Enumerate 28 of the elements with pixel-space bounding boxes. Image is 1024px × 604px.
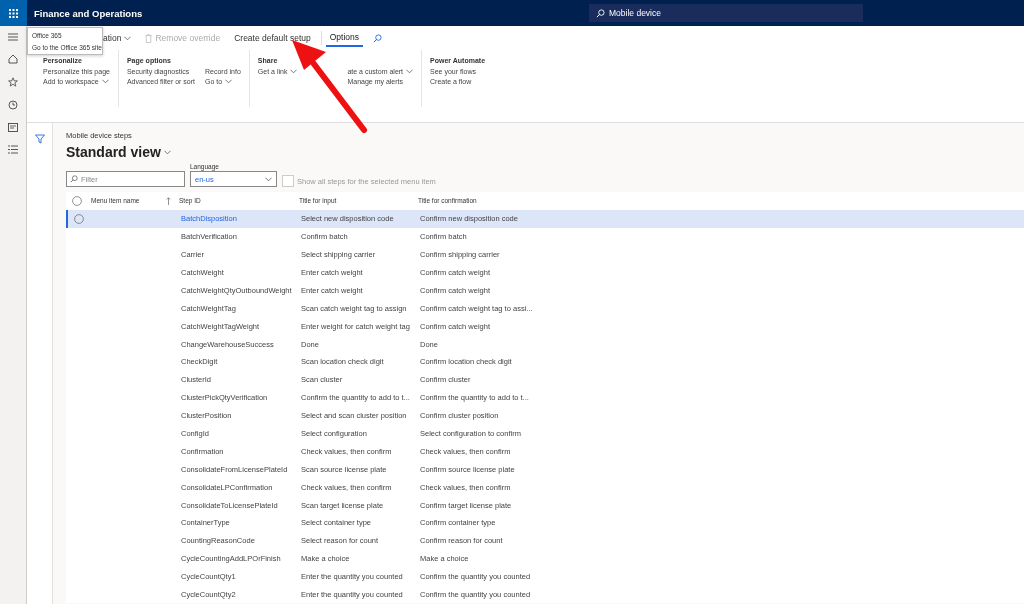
search-field[interactable]: Mobile device [589,4,863,22]
chevron-down-icon [163,149,171,155]
select-all-radio[interactable] [72,195,82,206]
row-radio[interactable] [74,213,84,224]
trash-icon [145,33,153,43]
app-title: Finance and Operations [34,7,143,19]
chevron-down-icon [406,69,414,74]
waffle-icon [9,8,18,18]
clock-icon[interactable] [8,100,18,110]
toolbar-button[interactable]: ation [97,31,138,45]
workspace-icon[interactable] [8,123,18,132]
chevron-down-icon [225,79,233,84]
filter-icon[interactable] [34,134,45,144]
search-icon [70,175,78,183]
chevron-down-icon [265,176,272,182]
home-icon[interactable] [8,54,18,64]
chevron-down-icon [290,69,298,74]
sort-arrow-icon [166,196,171,205]
chevron-down-icon [101,79,109,84]
view-title: Standard view [66,144,161,160]
chevron-down-icon [124,35,132,41]
toolbar-button[interactable]: Create default setup [228,31,317,45]
search-icon[interactable] [373,33,383,43]
list-icon[interactable] [8,145,18,154]
app-launcher-button[interactable] [0,0,27,26]
options-tab[interactable]: Options [325,29,364,47]
search-icon [596,8,605,18]
star-icon[interactable] [8,77,18,87]
